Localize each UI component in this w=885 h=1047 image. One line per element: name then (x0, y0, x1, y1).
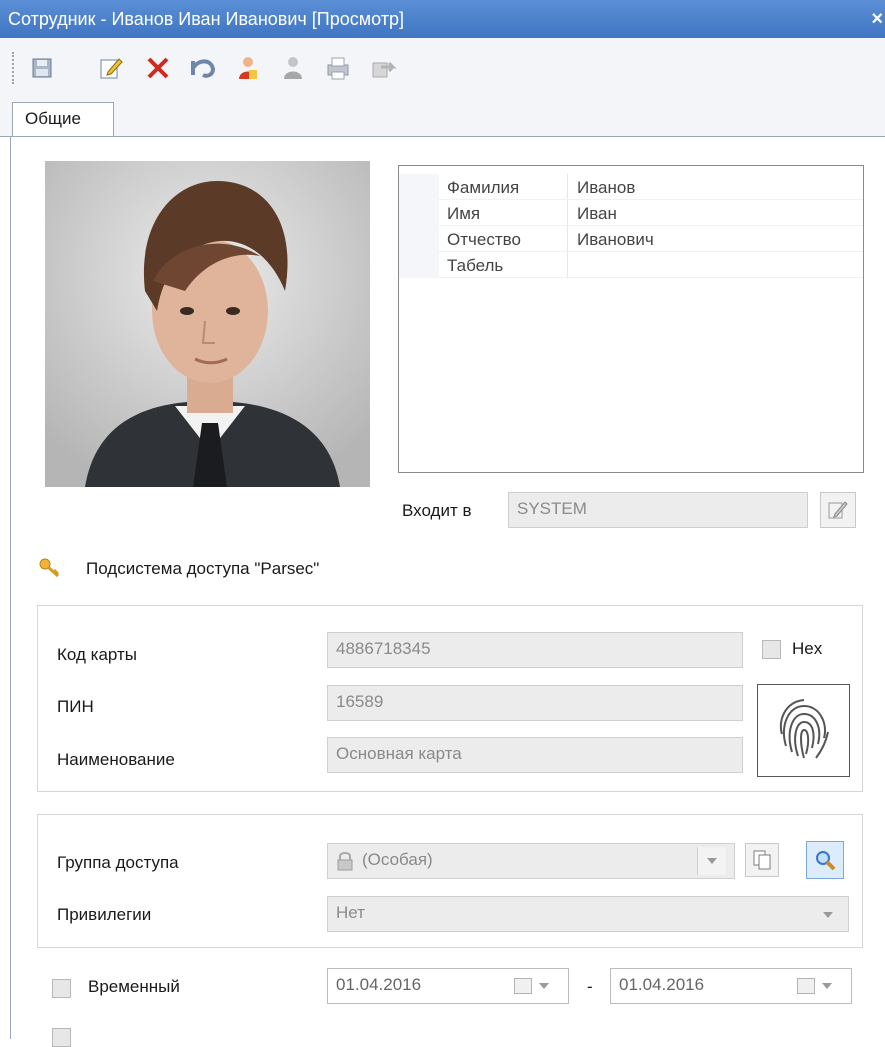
name-row-value: Иванов (577, 178, 636, 197)
name-row[interactable]: Отчество Иванович (399, 226, 863, 252)
temporary-checkbox[interactable] (52, 979, 71, 998)
name-grid: Фамилия Иванов Имя Иван Отчество Иванови… (398, 165, 864, 473)
toolbar (0, 38, 885, 100)
copy-icon (753, 850, 771, 870)
copy-button[interactable] (745, 843, 779, 877)
export-icon[interactable] (365, 50, 401, 86)
lock-icon (335, 850, 355, 872)
card-code-field: 4886718345 (327, 632, 743, 668)
date-to-field[interactable]: 01.04.2016 (610, 968, 852, 1004)
name-row-label: Фамилия (447, 178, 520, 197)
membership-edit-button[interactable] (820, 492, 856, 528)
person-gray-icon[interactable] (275, 50, 311, 86)
fingerprint-icon (779, 698, 829, 759)
pin-label: ПИН (57, 697, 94, 716)
key-icon (38, 556, 64, 580)
undo-icon[interactable] (185, 50, 221, 86)
chevron-down-icon (822, 983, 832, 989)
edit-icon (828, 501, 848, 519)
close-icon[interactable]: × (871, 0, 883, 38)
name-row[interactable]: Фамилия Иванов (399, 174, 863, 200)
chevron-down-icon (707, 858, 717, 864)
hex-label: Hex (792, 639, 823, 658)
name-row[interactable]: Табель (399, 252, 863, 278)
date-range-dash: - (587, 977, 593, 996)
name-row-value: Иван (577, 204, 617, 223)
subsystem-title: Подсистема доступа "Parsec" (86, 559, 320, 578)
pin-field: 16589 (327, 685, 743, 721)
name-row[interactable]: Имя Иван (399, 200, 863, 226)
toolbar-grip (12, 52, 17, 84)
chevron-down-icon (823, 912, 833, 918)
temporary-label: Временный (88, 977, 180, 996)
name-row-label: Имя (447, 204, 481, 223)
employee-photo[interactable] (45, 161, 370, 487)
person-red-icon[interactable] (230, 50, 266, 86)
card-name-label: Наименование (57, 750, 175, 769)
privileges-label: Привилегии (57, 905, 152, 924)
name-row-value: Иванович (577, 230, 654, 249)
save-icon[interactable] (24, 50, 60, 86)
access-group-select[interactable]: (Особая) (327, 843, 735, 879)
next-checkbox[interactable] (52, 1028, 71, 1047)
card-code-label: Код карты (57, 645, 137, 664)
date-from-field[interactable]: 01.04.2016 (327, 968, 569, 1004)
access-group-label: Группа доступа (57, 853, 179, 872)
edit-icon[interactable] (93, 50, 129, 86)
name-row-label: Табель (447, 256, 504, 275)
calendar-icon[interactable] (797, 978, 815, 994)
name-row-label: Отчество (447, 230, 521, 249)
access-group-dropdown-button[interactable] (697, 847, 726, 875)
panel-border (10, 136, 11, 1039)
window-title: Сотрудник - Иванов Иван Иванович [Просмо… (8, 9, 404, 29)
title-bar: Сотрудник - Иванов Иван Иванович [Просмо… (0, 0, 885, 38)
tab-general[interactable]: Общие (12, 102, 114, 136)
chevron-down-icon (539, 983, 549, 989)
fingerprint-button[interactable] (757, 684, 850, 777)
print-icon[interactable] (320, 50, 356, 86)
search-button[interactable] (806, 841, 844, 879)
membership-label: Входит в (402, 501, 472, 520)
tab-strip: Общие (0, 100, 885, 137)
membership-field: SYSTEM (508, 492, 808, 528)
calendar-icon[interactable] (514, 978, 532, 994)
privileges-select[interactable]: Нет (327, 896, 849, 932)
search-icon (816, 851, 836, 871)
card-name-field: Основная карта (327, 737, 743, 773)
delete-icon[interactable] (140, 50, 176, 86)
hex-checkbox[interactable] (762, 640, 781, 659)
